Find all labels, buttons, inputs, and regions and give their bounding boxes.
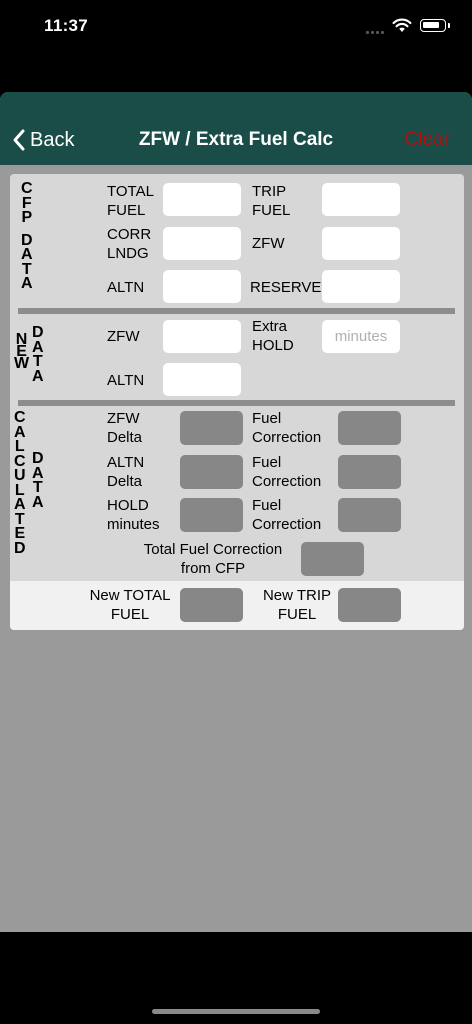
new-altn-label: ALTN	[107, 372, 145, 389]
hold-minutes-label: HOLD minutes	[107, 497, 160, 533]
cfp-altn-input[interactable]	[163, 270, 241, 303]
battery-icon	[420, 19, 446, 32]
battery-nub	[448, 23, 450, 28]
extra-hold-label: Extra HOLD	[252, 318, 294, 354]
new-total-fuel-label: New TOTAL FUEL	[89, 587, 171, 623]
fuel-correction-label-2: Fuel Correction	[252, 454, 322, 490]
section-divider-1	[18, 308, 455, 314]
navigation-bar: Back ZFW / Extra Fuel Calc Clear	[0, 92, 472, 165]
corr-lndg-label: CORR LNDG	[107, 226, 152, 262]
chevron-left-icon	[13, 129, 25, 151]
total-fuel-label: TOTAL FUEL	[107, 183, 154, 219]
cfp-zfw-label: ZFW	[252, 235, 285, 252]
calculated-data-label: D A T A	[32, 450, 44, 511]
total-fuel-correction-label: Total Fuel Correction from CFP	[143, 541, 283, 577]
new-altn-input[interactable]	[163, 363, 241, 396]
new-total-fuel-output	[180, 588, 243, 622]
cellular-signal-icon	[366, 28, 388, 34]
zfw-delta-label: ZFW Delta	[107, 410, 143, 446]
cfp-zfw-input[interactable]	[322, 227, 400, 260]
wifi-icon	[392, 18, 412, 32]
corr-lndg-input[interactable]	[163, 227, 241, 260]
total-fuel-correction-output	[301, 542, 364, 576]
fuel-correction-label-1: Fuel Correction	[252, 410, 322, 446]
total-fuel-input[interactable]	[163, 183, 241, 216]
section-divider-2	[18, 400, 455, 406]
back-label: Back	[30, 128, 75, 151]
reserve-label: RESERVE	[250, 279, 322, 296]
hold-minutes-output	[180, 498, 243, 532]
new-trip-fuel-label: New TRIP FUEL	[262, 587, 332, 623]
calculator-panel: C F P D A T A TOTAL FUEL TRIP FUEL CORR LND…	[10, 174, 464, 630]
status-time: 11:37	[44, 16, 89, 35]
calculated-section-label: C A L C U L A T E D	[14, 409, 26, 557]
extra-hold-input[interactable]	[322, 320, 400, 353]
cfp-section-label: C F P D A T A	[21, 180, 33, 292]
zfw-delta-output	[180, 411, 243, 445]
new-trip-fuel-output	[338, 588, 401, 622]
new-section-label-new: N E W	[14, 331, 30, 372]
altn-delta-output	[180, 455, 243, 489]
back-button[interactable]: Back	[12, 122, 74, 158]
fuel-correction-output-1	[338, 411, 401, 445]
trip-fuel-input[interactable]	[322, 183, 400, 216]
reserve-input[interactable]	[322, 270, 400, 303]
new-section-label-data: D A T A	[32, 324, 44, 385]
trip-fuel-label: TRIP FUEL	[252, 183, 291, 219]
clear-button[interactable]: Clear	[405, 129, 450, 151]
fuel-correction-label-3: Fuel Correction	[252, 497, 322, 533]
new-zfw-label: ZFW	[107, 328, 140, 345]
status-bar: 11:37	[0, 0, 472, 56]
cfp-altn-label: ALTN	[107, 279, 145, 296]
fuel-correction-output-2	[338, 455, 401, 489]
altn-delta-label: ALTN Delta	[107, 454, 145, 490]
new-zfw-input[interactable]	[163, 320, 241, 353]
home-indicator[interactable]	[152, 1009, 320, 1014]
fuel-correction-output-3	[338, 498, 401, 532]
app-screen: Back ZFW / Extra Fuel Calc Clear C F P D…	[0, 92, 472, 932]
